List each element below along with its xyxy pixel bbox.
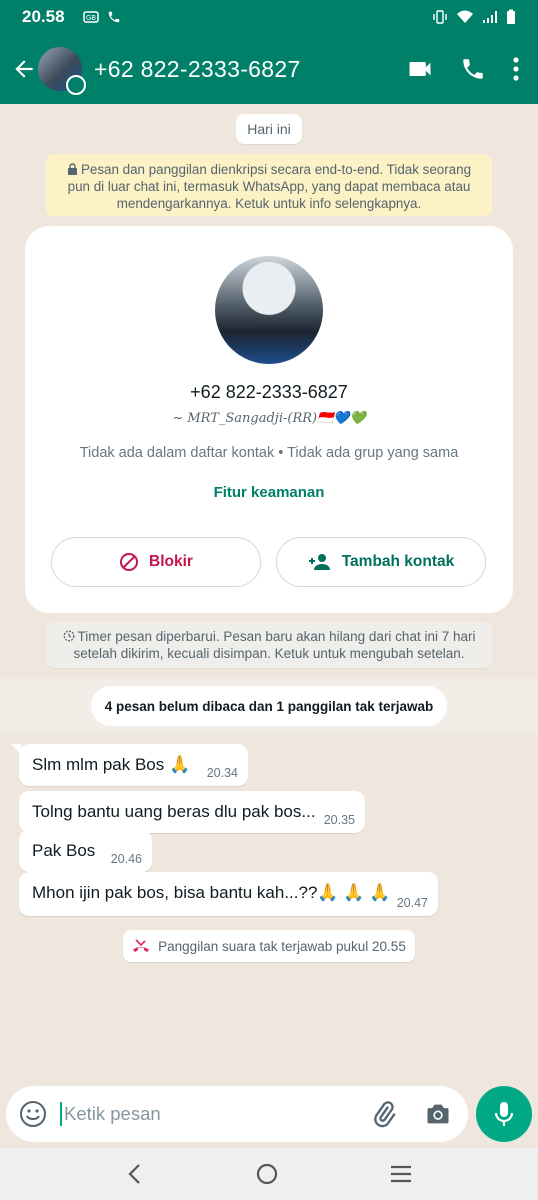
missed-call-icon	[133, 939, 150, 952]
nav-home-icon[interactable]	[255, 1162, 279, 1186]
encryption-notice-text: Pesan dan panggilan dienkripsi secara en…	[67, 162, 472, 211]
day-chip: Hari ini	[236, 114, 302, 144]
vibrate-icon	[433, 10, 447, 24]
add-contact-button-label: Tambah kontak	[341, 553, 455, 570]
menu-dots-icon[interactable]	[512, 56, 520, 82]
profile-about: ~ MRT_Sangadji-(RR)🇮🇩💙💚	[172, 411, 366, 426]
block-button-label: Blokir	[149, 553, 193, 570]
nav-back-icon[interactable]	[125, 1162, 145, 1186]
message-bubble[interactable]: Pak Bos 20.46	[19, 830, 152, 872]
phone-status-icon	[108, 11, 119, 23]
message-bubble[interactable]: Slm mlm pak Bos 🙏 20.34	[11, 744, 248, 786]
battery-icon	[507, 9, 515, 24]
message-text: Tolng bantu uang beras dlu pak bos...	[32, 802, 316, 821]
block-icon	[120, 553, 139, 571]
disappearing-timer-badge	[66, 75, 86, 95]
camera-icon[interactable]	[424, 1100, 452, 1128]
lock-icon	[67, 163, 77, 175]
add-contact-button[interactable]: Tambah kontak	[276, 537, 486, 587]
profile-meta: Tidak ada dalam daftar kontak • Tidak ad…	[79, 445, 459, 461]
security-features-link[interactable]: Fitur keamanan	[25, 484, 513, 501]
message-bubble[interactable]: Tolng bantu uang beras dlu pak bos... 20…	[19, 791, 365, 833]
message-text: Pak Bos	[32, 841, 96, 860]
message-input[interactable]	[60, 1102, 310, 1126]
message-time: 20.35	[323, 813, 355, 827]
message-composer	[6, 1086, 468, 1142]
profile-phone: +62 822-2333-6827	[190, 382, 348, 402]
attach-icon[interactable]	[370, 1100, 398, 1128]
timer-icon	[63, 630, 74, 642]
system-nav-bar	[0, 1148, 538, 1200]
timer-notice-text: Timer pesan diperbarui. Pesan baru akan …	[73, 629, 476, 661]
svg-text:GB: GB	[85, 14, 95, 22]
back-arrow-icon	[15, 60, 33, 78]
message-time: 20.46	[110, 852, 142, 866]
message-time: 20.47	[396, 896, 428, 910]
wifi-icon	[457, 10, 473, 23]
mic-icon	[494, 1102, 514, 1126]
signal-icon	[483, 11, 497, 23]
status-bar: 20.58 GB	[0, 0, 538, 34]
profile-photo[interactable]	[215, 256, 323, 364]
chat-header: +62 822-2333-6827	[0, 34, 538, 104]
message-time: 20.34	[206, 766, 238, 780]
block-button[interactable]: Blokir	[51, 537, 261, 587]
unread-chip: 4 pesan belum dibaca dan 1 panggilan tak…	[91, 686, 447, 726]
video-call-icon[interactable]	[406, 55, 434, 83]
notification-icon: GB	[82, 11, 99, 23]
back-button[interactable]	[6, 51, 42, 87]
message-bubble[interactable]: Mhon ijin pak bos, bisa bantu kah...??🙏 …	[19, 872, 438, 916]
missed-call-text: Panggilan suara tak terjawab pukul 20.55	[158, 938, 406, 954]
chat-area[interactable]: Hari ini Pesan dan panggilan dienkripsi …	[0, 104, 538, 1086]
timer-notice[interactable]: Timer pesan diperbarui. Pesan baru akan …	[46, 622, 492, 668]
nav-recents-icon[interactable]	[389, 1162, 413, 1186]
message-text: Slm mlm pak Bos 🙏	[32, 755, 191, 774]
add-contact-icon	[308, 554, 330, 570]
contact-avatar[interactable]	[38, 47, 86, 95]
message-text: Mhon ijin pak bos, bisa bantu kah...??🙏 …	[32, 883, 391, 902]
profile-card: +62 822-2333-6827 ~ MRT_Sangadji-(RR)🇮🇩💙…	[25, 226, 513, 613]
mic-button[interactable]	[476, 1086, 532, 1142]
contact-title[interactable]: +62 822-2333-6827	[94, 56, 301, 83]
missed-call-chip[interactable]: Panggilan suara tak terjawab pukul 20.55	[123, 930, 415, 962]
encryption-notice[interactable]: Pesan dan panggilan dienkripsi secara en…	[46, 154, 492, 216]
voice-call-icon[interactable]	[460, 56, 486, 82]
emoji-icon[interactable]	[18, 1099, 48, 1129]
status-time: 20.58	[22, 7, 65, 26]
